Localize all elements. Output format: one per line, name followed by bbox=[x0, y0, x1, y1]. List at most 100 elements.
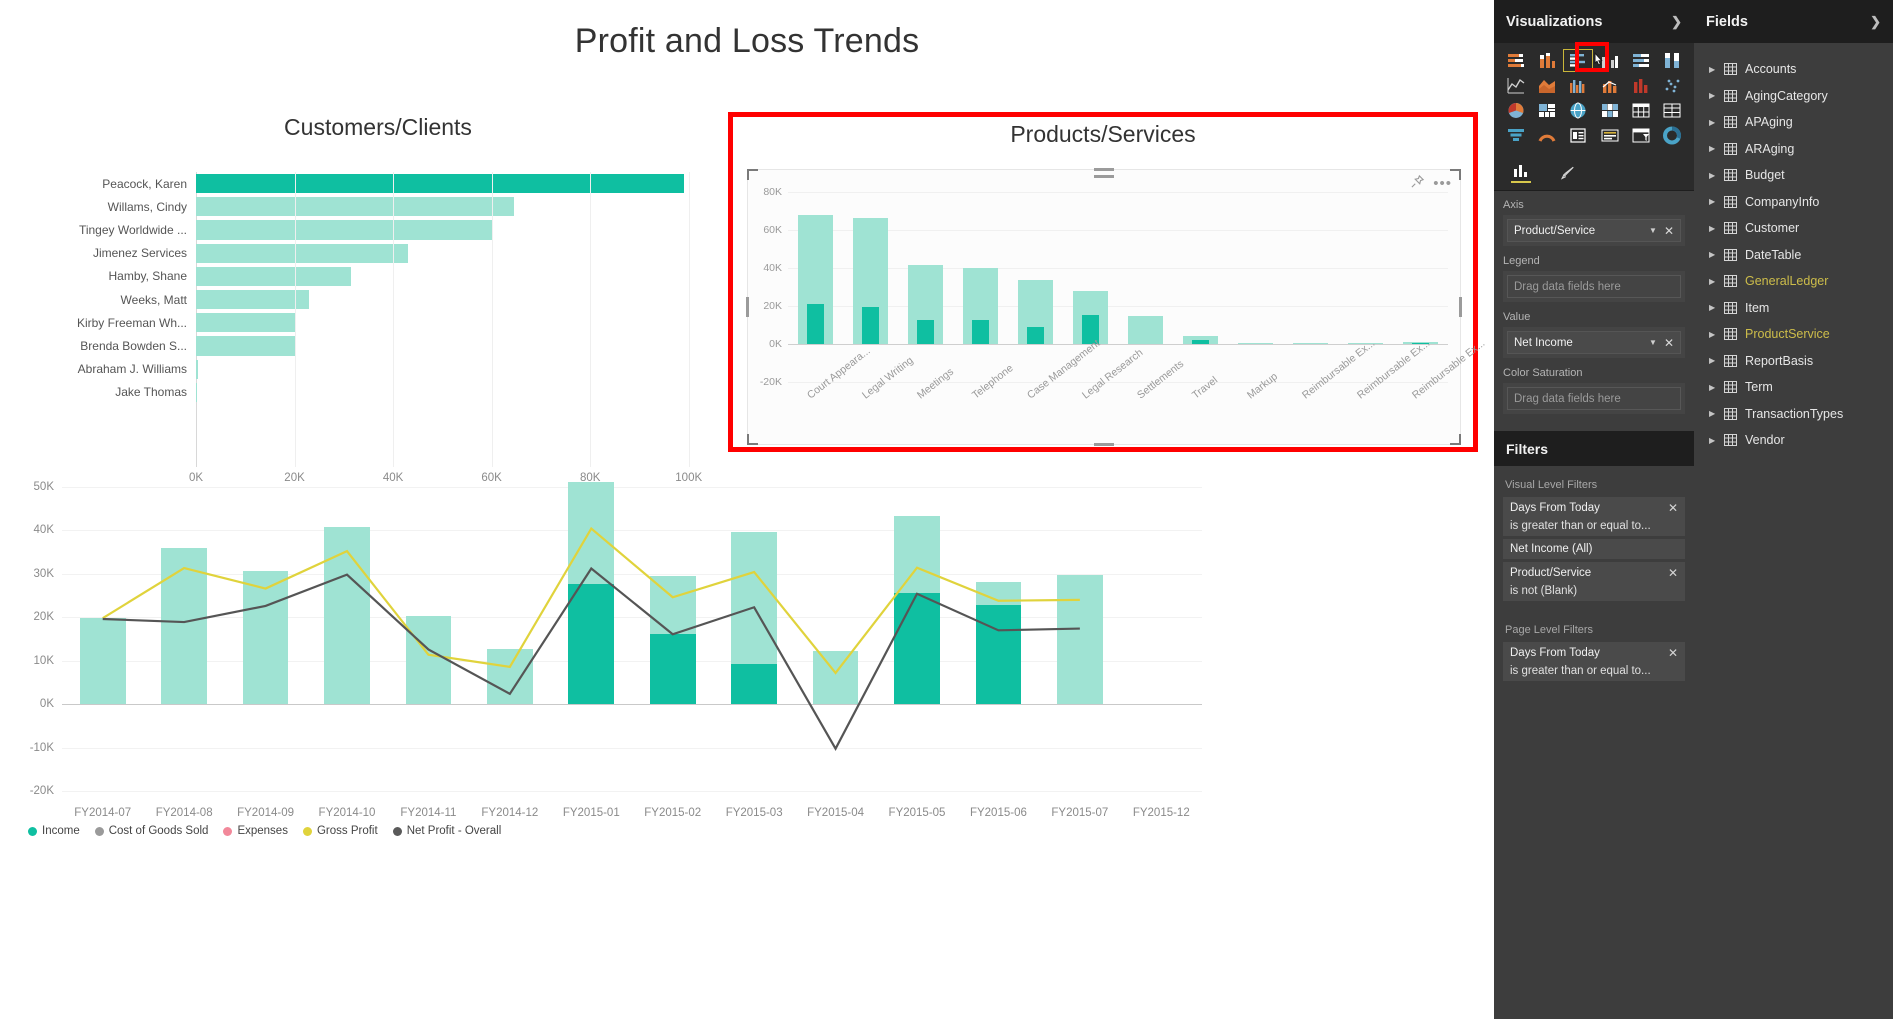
resize-handle-top-left[interactable] bbox=[747, 169, 758, 180]
visualizations-tab-bar[interactable] bbox=[1494, 155, 1694, 191]
customers-bar[interactable] bbox=[196, 197, 514, 217]
products-bar-net-income[interactable] bbox=[916, 319, 935, 344]
field-table-item[interactable]: ▶ Budget bbox=[1694, 162, 1893, 189]
visual-field-wells[interactable]: Axis Product/Service ▼ ✕ Legend Drag data fie… bbox=[1494, 191, 1694, 427]
multi-row-card-icon[interactable] bbox=[1595, 125, 1623, 146]
customers-bar[interactable] bbox=[196, 359, 198, 379]
area-chart-icon[interactable] bbox=[1533, 75, 1561, 96]
100-percent-stacked-column-chart-icon[interactable] bbox=[1658, 50, 1686, 71]
filter-card[interactable]: Net Income (All) bbox=[1503, 539, 1685, 559]
customers-bar-row[interactable]: Weeks, Matt bbox=[18, 288, 738, 311]
products-bar-column[interactable] bbox=[853, 217, 888, 344]
resize-handle-top[interactable] bbox=[1094, 168, 1114, 171]
field-table-item[interactable]: ▶ CompanyInfo bbox=[1694, 189, 1893, 216]
field-table-item[interactable]: ▶ AgingCategory bbox=[1694, 83, 1893, 110]
products-bar-column[interactable] bbox=[1073, 290, 1108, 344]
resize-handle-bottom-right[interactable] bbox=[1450, 434, 1461, 445]
customers-bar-row[interactable]: Tingey Worldwide ... bbox=[18, 218, 738, 241]
products-bar-column[interactable] bbox=[1128, 315, 1163, 344]
field-table-item[interactable]: ▶ Term bbox=[1694, 374, 1893, 401]
field-table-item[interactable]: ▶ ProductService bbox=[1694, 321, 1893, 348]
profit-loss-legend-item[interactable]: Net Profit - Overall bbox=[392, 825, 501, 837]
chevron-right-icon[interactable]: ▶ bbox=[1709, 197, 1716, 206]
products-bar-column[interactable] bbox=[1018, 280, 1053, 344]
products-bar-net-income[interactable] bbox=[1026, 326, 1045, 344]
field-well-box[interactable]: Net Income ▼ ✕ bbox=[1503, 327, 1685, 358]
chevron-right-icon[interactable]: ▶ bbox=[1709, 330, 1716, 339]
profit-loss-legend-item[interactable]: Expenses bbox=[223, 825, 288, 837]
fields-table-list[interactable]: ▶ Accounts ▶ AgingCategory ▶ APAging ▶ ARAging ▶… bbox=[1694, 43, 1893, 454]
chevron-down-icon[interactable]: ▼ bbox=[1649, 338, 1657, 347]
field-well-box[interactable]: Drag data fields here bbox=[1503, 383, 1685, 414]
resize-handle-right[interactable] bbox=[1459, 297, 1462, 317]
customers-bar[interactable] bbox=[196, 243, 408, 263]
products-bar-total[interactable] bbox=[1128, 315, 1163, 344]
remove-field-icon[interactable]: ✕ bbox=[1664, 336, 1674, 350]
resize-handle-top-secondary[interactable] bbox=[1094, 175, 1114, 178]
chevron-right-icon[interactable]: ❯ bbox=[1671, 14, 1682, 30]
chevron-right-icon[interactable]: ▶ bbox=[1709, 171, 1716, 180]
profit-loss-legend-item[interactable]: Cost of Goods Sold bbox=[94, 825, 208, 837]
products-bar-total[interactable] bbox=[1293, 343, 1328, 344]
products-bar-column[interactable] bbox=[1238, 343, 1273, 344]
treemap-icon[interactable] bbox=[1533, 100, 1561, 121]
tab-fields[interactable] bbox=[1511, 163, 1531, 183]
resize-handle-left[interactable] bbox=[746, 297, 749, 317]
line-and-stacked-column-chart-icon[interactable] bbox=[1595, 75, 1623, 96]
chevron-right-icon[interactable]: ▶ bbox=[1709, 409, 1716, 418]
customers-bar[interactable] bbox=[196, 289, 310, 310]
customers-bar-row[interactable]: Peacock, Karen bbox=[18, 172, 738, 195]
customers-bar[interactable] bbox=[196, 336, 295, 356]
products-bar-column[interactable] bbox=[963, 268, 998, 344]
line-and-clustered-column-chart-icon[interactable] bbox=[1627, 75, 1655, 96]
customers-bar[interactable] bbox=[196, 220, 492, 240]
profit-loss-legend-item[interactable]: Income bbox=[28, 825, 80, 837]
filter-card[interactable]: Days From Today ✕ is greater than or equal… bbox=[1503, 497, 1685, 536]
funnel-icon[interactable] bbox=[1502, 125, 1530, 146]
products-bar-net-income[interactable] bbox=[971, 319, 990, 344]
customers-bar[interactable] bbox=[196, 382, 197, 402]
chevron-right-icon[interactable]: ▶ bbox=[1709, 303, 1716, 312]
chevron-right-icon[interactable]: ▶ bbox=[1709, 436, 1716, 445]
customers-bar-row[interactable]: Kirby Freeman Wh... bbox=[18, 311, 738, 334]
stacked-bar-chart-icon[interactable] bbox=[1502, 50, 1530, 71]
field-table-item[interactable]: ▶ Vendor bbox=[1694, 427, 1893, 454]
stacked-column-chart-icon[interactable] bbox=[1533, 50, 1561, 71]
chevron-right-icon[interactable]: ▶ bbox=[1709, 65, 1716, 74]
chevron-right-icon[interactable]: ▶ bbox=[1709, 277, 1716, 286]
table-icon[interactable] bbox=[1658, 100, 1686, 121]
field-well-color-saturation[interactable]: Drag data fields here bbox=[1507, 387, 1681, 410]
products-visual-container[interactable]: ••• 80K 60K 40K 20K 0K -20K Court Appeara... L… bbox=[746, 168, 1487, 446]
customers-bar-row[interactable]: Jimenez Services bbox=[18, 242, 738, 265]
customers-bar[interactable] bbox=[196, 313, 295, 333]
products-bar-column[interactable] bbox=[1183, 336, 1218, 344]
report-canvas[interactable]: Profit and Loss Trends Customers/Clients… bbox=[0, 0, 1494, 1019]
map-icon[interactable] bbox=[1564, 100, 1592, 121]
field-table-item[interactable]: ▶ ReportBasis bbox=[1694, 348, 1893, 375]
matrix-icon[interactable] bbox=[1627, 100, 1655, 121]
chevron-right-icon[interactable]: ▶ bbox=[1709, 91, 1716, 100]
customers-bar-row[interactable]: Abraham J. Williams bbox=[18, 358, 738, 381]
field-table-item[interactable]: ▶ ARAging bbox=[1694, 136, 1893, 163]
products-bar-column[interactable] bbox=[908, 265, 943, 344]
chevron-right-icon[interactable]: ▶ bbox=[1709, 118, 1716, 127]
remove-filter-icon[interactable]: ✕ bbox=[1668, 646, 1678, 660]
customers-bar-row[interactable]: Brenda Bowden S... bbox=[18, 334, 738, 357]
field-table-item[interactable]: ▶ GeneralLedger bbox=[1694, 268, 1893, 295]
products-bar-net-income[interactable] bbox=[861, 306, 880, 344]
gauge-icon[interactable] bbox=[1533, 125, 1561, 146]
pin-icon[interactable] bbox=[1410, 174, 1425, 194]
field-table-item[interactable]: ▶ DateTable bbox=[1694, 242, 1893, 269]
filter-card[interactable]: Days From Today ✕ is greater than or equal… bbox=[1503, 642, 1685, 681]
remove-filter-icon[interactable]: ✕ bbox=[1668, 501, 1678, 515]
filled-map-icon[interactable] bbox=[1595, 100, 1623, 121]
products-bar-net-income[interactable] bbox=[1191, 339, 1210, 344]
pie-chart-icon[interactable] bbox=[1502, 100, 1530, 121]
field-table-item[interactable]: ▶ Item bbox=[1694, 295, 1893, 322]
profit-loss-visual[interactable]: 50K 40K 30K 20K 10K 0K -10K -20K FY2014-07 FY201… bbox=[10, 455, 1480, 1015]
remove-field-icon[interactable]: ✕ bbox=[1664, 224, 1674, 238]
scatter-chart-icon[interactable] bbox=[1658, 75, 1686, 96]
filter-card[interactable]: Product/Service ✕ is not (Blank) bbox=[1503, 562, 1685, 601]
field-well-legend[interactable]: Drag data fields here bbox=[1507, 275, 1681, 298]
field-well-value[interactable]: Net Income ▼ ✕ bbox=[1507, 331, 1681, 354]
